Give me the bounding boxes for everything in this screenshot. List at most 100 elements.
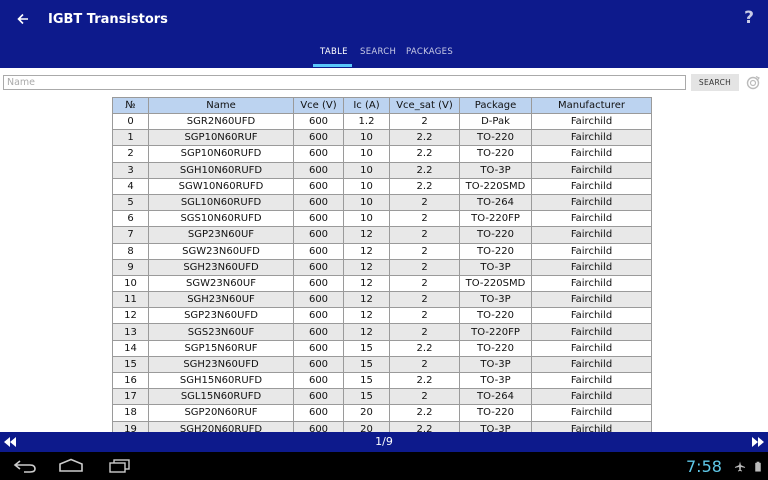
table-cell: 10 [112, 274, 149, 293]
table-row[interactable]: 3 SGH10N60RUFD 600 10 2.2 TO-3P Fairchild [112, 161, 652, 179]
table-cell: SGH23N60UF [148, 291, 294, 309]
column-header-package[interactable]: Package [459, 97, 532, 114]
table-cell: 15 [343, 371, 390, 390]
table-cell: 2 [389, 291, 460, 309]
system-nav-bar: 7:58 [0, 452, 768, 480]
table-cell: SGR2N60UFD [148, 112, 294, 131]
table-cell: 12 [343, 291, 390, 309]
table-row[interactable]: 7 SGP23N60UF 600 12 2 TO-220 Fairchild [112, 226, 652, 244]
last-page-icon[interactable] [750, 436, 766, 448]
table-row[interactable]: 9 SGH23N60UFD 600 12 2 TO-3P Fairchild [112, 258, 652, 276]
table-cell: TO-3P [459, 161, 532, 179]
table-cell: 8 [112, 242, 149, 260]
table-cell: 2 [389, 210, 460, 228]
table-cell: 600 [293, 323, 344, 341]
table-cell: TO-264 [459, 193, 532, 212]
table-cell: 2.2 [389, 145, 460, 163]
table-row[interactable]: 2 SGP10N60RUFD 600 10 2.2 TO-220 Fairchild [112, 145, 652, 163]
table-row[interactable]: 17 SGL15N60RUFD 600 15 2 TO-264 Fairchild [112, 388, 652, 406]
table-cell: SGW23N60UF [148, 274, 294, 293]
table-cell: 2 [112, 145, 149, 163]
table-scroll-area[interactable]: № Name Vce (V) Ic (A) Vce_sat (V) Packag… [0, 96, 768, 432]
table-cell: 9 [112, 258, 149, 276]
column-header-vce-sat[interactable]: Vce_sat (V) [389, 97, 460, 114]
refresh-icon[interactable] [745, 75, 761, 91]
table-cell: 17 [112, 388, 149, 406]
page-indicator: 1/9 [375, 435, 393, 448]
table-row[interactable]: 4 SGW10N60RUFD 600 10 2.2 TO-220SMD Fairchild [112, 177, 652, 195]
table-cell: 600 [293, 274, 344, 293]
table-cell: TO-220SMD [459, 274, 532, 293]
table-row[interactable]: 16 SGH15N60RUFD 600 15 2.2 TO-3P Fairchild [112, 371, 652, 390]
column-header-vce[interactable]: Vce (V) [293, 97, 344, 114]
tab-table[interactable]: TABLE [320, 47, 348, 57]
table-cell: Fairchild [531, 242, 652, 260]
column-header-ic[interactable]: Ic (A) [343, 97, 390, 114]
table-cell: 18 [112, 404, 149, 422]
pager: 1/9 [0, 432, 768, 452]
column-header-manufacturer[interactable]: Manufacturer [531, 97, 652, 114]
table-cell: Fairchild [531, 177, 652, 195]
table-cell: 10 [343, 129, 390, 147]
table-row[interactable]: 5 SGL10N60RUFD 600 10 2 TO-264 Fairchild [112, 193, 652, 212]
table-cell: SGH15N60RUFD [148, 371, 294, 390]
table-cell: 600 [293, 371, 344, 390]
tab-packages[interactable]: PACKAGES [406, 47, 453, 57]
table-header-row: № Name Vce (V) Ic (A) Vce_sat (V) Packag… [112, 97, 652, 114]
table-cell: 600 [293, 258, 344, 276]
table-cell: TO-220FP [459, 323, 532, 341]
table-cell: 2 [389, 258, 460, 276]
tab-search[interactable]: SEARCH [360, 47, 396, 57]
table-row[interactable]: 19 SGH20N60RUFD 600 20 2.2 TO-3P Fairchild [112, 420, 652, 432]
table-row[interactable]: 10 SGW23N60UF 600 12 2 TO-220SMD Fairchild [112, 274, 652, 293]
table-cell: 2.2 [389, 129, 460, 147]
table-cell: SGP20N60RUF [148, 404, 294, 422]
table-cell: SGH23N60UFD [148, 355, 294, 374]
table-row[interactable]: 0 SGR2N60UFD 600 1.2 2 D-Pak Fairchild [112, 112, 652, 131]
table-cell: TO-3P [459, 291, 532, 309]
search-button[interactable]: SEARCH [691, 74, 739, 91]
table-cell: Fairchild [531, 210, 652, 228]
table-row[interactable]: 13 SGS23N60UF 600 12 2 TO-220FP Fairchild [112, 323, 652, 341]
table-row[interactable]: 1 SGP10N60RUF 600 10 2.2 TO-220 Fairchild [112, 129, 652, 147]
search-input[interactable] [3, 75, 686, 90]
table-cell: 12 [343, 242, 390, 260]
table-row[interactable]: 6 SGS10N60RUFD 600 10 2 TO-220FP Fairchild [112, 210, 652, 228]
tab-bar: TABLE SEARCH PACKAGES [0, 42, 768, 68]
table-cell: 2.2 [389, 420, 460, 432]
table-cell: Fairchild [531, 129, 652, 147]
back-button[interactable] [12, 8, 34, 30]
table-cell: 2 [389, 355, 460, 374]
column-header-name[interactable]: Name [148, 97, 294, 114]
back-icon[interactable] [12, 458, 38, 474]
recent-apps-icon[interactable] [108, 458, 134, 474]
table-cell: 1 [112, 129, 149, 147]
table-cell: SGP10N60RUFD [148, 145, 294, 163]
home-icon[interactable] [58, 458, 84, 474]
table-row[interactable]: 12 SGP23N60UFD 600 12 2 TO-220 Fairchild [112, 307, 652, 325]
table-row[interactable]: 15 SGH23N60UFD 600 15 2 TO-3P Fairchild [112, 355, 652, 374]
table-cell: 10 [343, 193, 390, 212]
table-row[interactable]: 18 SGP20N60RUF 600 20 2.2 TO-220 Fairchild [112, 404, 652, 422]
table-row[interactable]: 14 SGP15N60RUF 600 15 2.2 TO-220 Fairchild [112, 339, 652, 357]
table-cell: 600 [293, 161, 344, 179]
table-cell: SGS23N60UF [148, 323, 294, 341]
table-cell: TO-264 [459, 388, 532, 406]
table-row[interactable]: 8 SGW23N60UFD 600 12 2 TO-220 Fairchild [112, 242, 652, 260]
arrow-left-icon [17, 13, 28, 25]
table-cell: TO-3P [459, 258, 532, 276]
table-row[interactable]: 11 SGH23N60UF 600 12 2 TO-3P Fairchild [112, 291, 652, 309]
table-cell: 12 [343, 274, 390, 293]
table-cell: 10 [343, 210, 390, 228]
table-cell: 600 [293, 145, 344, 163]
table-cell: Fairchild [531, 388, 652, 406]
table-cell: 0 [112, 112, 149, 131]
table-cell: TO-220 [459, 226, 532, 244]
column-header-number[interactable]: № [112, 97, 149, 114]
table-cell: 2 [389, 388, 460, 406]
table-cell: 11 [112, 291, 149, 309]
table-cell: TO-3P [459, 355, 532, 374]
table-cell: 600 [293, 129, 344, 147]
help-button[interactable]: ? [744, 8, 754, 28]
table-cell: Fairchild [531, 258, 652, 276]
